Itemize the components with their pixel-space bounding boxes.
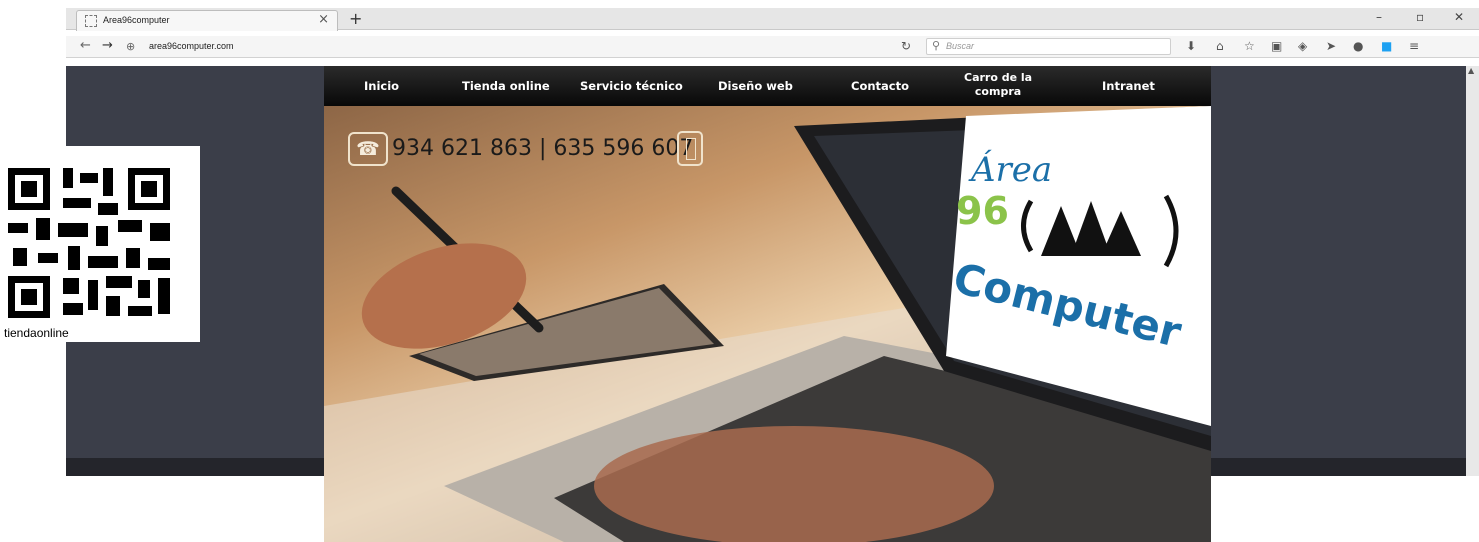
bookmark-star-icon[interactable]: ☆ bbox=[1244, 39, 1255, 53]
menu-item-carro[interactable]: Carro de la compra bbox=[964, 71, 1032, 99]
pocket-icon[interactable]: ◈ bbox=[1298, 39, 1307, 53]
hero-banner: Área 96 Computer bbox=[324, 106, 1211, 542]
forward-icon[interactable]: → bbox=[102, 38, 113, 53]
search-placeholder: Buscar bbox=[946, 41, 975, 51]
reload-icon[interactable]: ↻ bbox=[901, 39, 911, 53]
vertical-scrollbar[interactable]: ▲ bbox=[1466, 66, 1479, 476]
phone-numbers: 934 621 863 | 635 596 607 bbox=[392, 136, 694, 161]
qr-caption: tiendaonline bbox=[4, 326, 69, 340]
send-icon[interactable]: ➤ bbox=[1326, 39, 1336, 53]
scroll-up-icon[interactable]: ▲ bbox=[1468, 66, 1474, 75]
menu-item-carro-line2: compra bbox=[974, 85, 1022, 98]
chat-icon[interactable]: ● bbox=[1353, 39, 1363, 53]
download-icon[interactable]: ⬇ bbox=[1186, 39, 1196, 53]
menu-item-diseno-web[interactable]: Diseño web bbox=[718, 79, 793, 93]
search-input[interactable]: ⚲ Buscar bbox=[926, 38, 1171, 55]
menu-item-intranet[interactable]: Intranet bbox=[1102, 79, 1155, 93]
mobile-phone-icon bbox=[677, 131, 703, 166]
restore-button[interactable]: ▫ bbox=[1416, 10, 1424, 24]
site-menu: Inicio Tienda online Servicio técnico Di… bbox=[324, 66, 1211, 106]
site-info-icon[interactable]: ⊕ bbox=[126, 40, 135, 53]
clipboard-icon[interactable]: ▣ bbox=[1271, 39, 1282, 53]
home-icon[interactable]: ⌂ bbox=[1216, 39, 1224, 53]
favicon-icon bbox=[85, 15, 97, 27]
search-icon: ⚲ bbox=[932, 39, 941, 52]
menu-item-carro-line1: Carro de la bbox=[964, 71, 1033, 84]
menu-item-inicio[interactable]: Inicio bbox=[364, 79, 399, 93]
skype-icon[interactable]: ■ bbox=[1381, 39, 1392, 53]
back-icon[interactable]: ← bbox=[80, 38, 91, 53]
minimize-button[interactable]: – bbox=[1376, 10, 1382, 24]
logo-area-text: Área bbox=[968, 149, 1052, 190]
qr-code-icon bbox=[8, 168, 170, 318]
menu-item-contacto[interactable]: Contacto bbox=[851, 79, 909, 93]
tab-title: Area96computer bbox=[103, 15, 170, 25]
qr-code-card[interactable] bbox=[0, 146, 200, 342]
url-field[interactable]: area96computer.com bbox=[149, 41, 234, 51]
telephone-icon: ☎ bbox=[348, 132, 388, 166]
browser-tab[interactable]: Area96computer × bbox=[76, 10, 338, 31]
tab-close-icon[interactable]: × bbox=[318, 12, 329, 27]
menu-icon[interactable]: ≡ bbox=[1409, 39, 1419, 53]
logo-96-text: 96 bbox=[956, 189, 1009, 233]
logo-panel: Área 96 Computer bbox=[946, 106, 1211, 426]
new-tab-button[interactable]: + bbox=[349, 9, 362, 28]
navigation-bar: ← → ⊕ area96computer.com ↻ ⚲ Buscar ⬇ ⌂ … bbox=[66, 36, 1479, 58]
menu-item-tienda-online[interactable]: Tienda online bbox=[462, 79, 550, 93]
tab-strip: Area96computer × + – ▫ ✕ bbox=[66, 8, 1479, 31]
menu-item-servicio-tecnico[interactable]: Servicio técnico bbox=[580, 79, 683, 93]
close-window-button[interactable]: ✕ bbox=[1454, 10, 1464, 24]
